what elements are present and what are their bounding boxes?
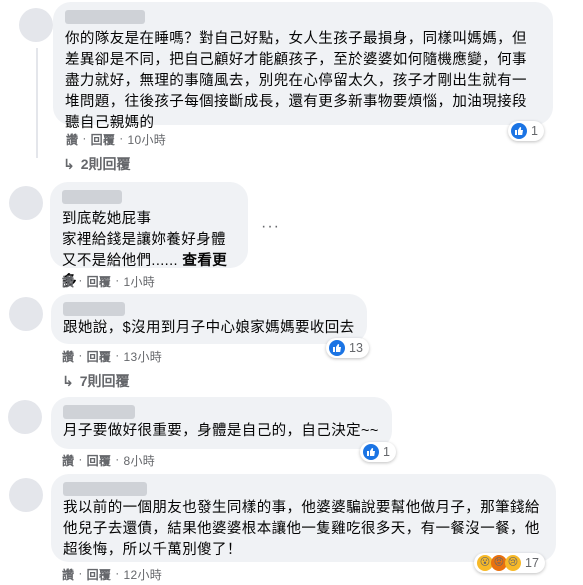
separator: · (78, 452, 83, 466)
replies-label: 2則回覆 (80, 156, 131, 172)
reply-button[interactable]: 回覆 (87, 566, 112, 583)
like-button[interactable]: 讚 (62, 273, 74, 290)
comment-line: 又不是給他們...... (62, 253, 178, 269)
avatar[interactable] (8, 400, 42, 434)
like-icon (363, 444, 379, 460)
comment-bubble: 我以前的一個朋友也發生同樣的事，他婆婆騙說要幫他做月子，那筆錢給他兒子去還債，結… (51, 474, 556, 562)
avatar[interactable] (19, 8, 53, 42)
comment-line: 家裡給錢是讓妳養好身體 (62, 232, 226, 248)
separator: · (119, 131, 124, 145)
reply-arrow-icon: ↳ (63, 155, 75, 172)
comment-bubble: 到底乾她屁事 家裡給錢是讓妳養好身體 又不是給他們...... 查看更多 (50, 182, 248, 290)
like-button[interactable]: 讚 (66, 131, 78, 148)
comment-text: 跟她說，$沒用到月子中心娘家媽媽要收回去 (63, 320, 355, 336)
like-button[interactable]: 讚 (62, 566, 74, 583)
reaction-count: 1 (531, 124, 538, 138)
thread-line (36, 48, 38, 158)
replies-label: 7則回覆 (79, 373, 130, 389)
comment-meta: 讚 · 回覆 · 1小時 (62, 273, 155, 290)
comment-text: 月子要做好很重要，身體是自己的，自己決定~~ (63, 423, 379, 439)
reply-button[interactable]: 回覆 (87, 452, 112, 469)
reply-button[interactable]: 回覆 (91, 131, 116, 148)
comment-meta: 讚 · 回覆 · 13小時 (62, 348, 162, 365)
comment-text: 你的隊友是在睡嗎？對自己好點，女人生孩子最損身，同樣叫媽媽，但差異卻是不同，把自… (65, 31, 527, 131)
timestamp[interactable]: 12小時 (124, 566, 163, 583)
reaction-summary[interactable]: 1 (360, 442, 396, 462)
like-button[interactable]: 讚 (62, 348, 74, 365)
sad-icon: 😢 (505, 555, 521, 571)
reaction-summary[interactable]: 13 (326, 338, 369, 358)
reaction-summary[interactable]: 1 (508, 121, 544, 141)
like-icon (329, 340, 345, 356)
comment-bubble: 你的隊友是在睡嗎？對自己好點，女人生孩子最損身，同樣叫媽媽，但差異卻是不同，把自… (53, 2, 553, 131)
comment-text: 我以前的一個朋友也發生同樣的事，他婆婆騙說要幫他做月子，那筆錢給他兒子去還債，結… (63, 500, 540, 558)
comment-section: 你的隊友是在睡嗎？對自己好點，女人生孩子最損身，同樣叫媽媽，但差異卻是不同，把自… (0, 0, 583, 585)
separator: · (78, 566, 83, 580)
reply-button[interactable]: 回覆 (87, 273, 112, 290)
comment-bubble: 月子要做好很重要，身體是自己的，自己決定~~ (51, 397, 392, 449)
commenter-name[interactable] (63, 482, 147, 496)
commenter-name[interactable] (62, 190, 122, 204)
comment-meta: 讚 · 回覆 · 10小時 (66, 131, 166, 148)
like-icon (511, 123, 527, 139)
reaction-summary[interactable]: 😮 😡 😢 17 (474, 553, 545, 573)
view-replies-button[interactable]: ↳ 7則回覆 (62, 371, 130, 391)
comment-meta: 讚 · 回覆 · 12小時 (62, 566, 162, 583)
comment-bubble: 跟她說，$沒用到月子中心娘家媽媽要收回去 (51, 294, 367, 344)
timestamp[interactable]: 8小時 (124, 452, 156, 469)
separator: · (78, 348, 83, 362)
reaction-count: 13 (349, 341, 363, 355)
reply-arrow-icon: ↳ (62, 372, 74, 389)
separator: · (115, 273, 120, 287)
timestamp[interactable]: 10小時 (128, 131, 167, 148)
avatar[interactable] (9, 478, 43, 512)
commenter-name[interactable] (65, 10, 145, 24)
separator: · (78, 273, 83, 287)
reaction-count: 17 (525, 556, 539, 570)
comment-meta: 讚 · 回覆 · 8小時 (62, 452, 155, 469)
avatar[interactable] (9, 186, 43, 220)
reaction-count: 1 (383, 445, 390, 459)
commenter-name[interactable] (63, 405, 135, 419)
more-options-icon[interactable]: ··· (261, 218, 280, 236)
avatar[interactable] (9, 297, 43, 331)
commenter-name[interactable] (63, 302, 125, 316)
timestamp[interactable]: 13小時 (124, 348, 163, 365)
separator: · (115, 348, 120, 362)
reply-button[interactable]: 回覆 (87, 348, 112, 365)
timestamp[interactable]: 1小時 (124, 273, 156, 290)
comment-line: 到底乾她屁事 (62, 211, 152, 227)
view-replies-button[interactable]: ↳ 2則回覆 (63, 154, 131, 174)
separator: · (115, 452, 120, 466)
like-button[interactable]: 讚 (62, 452, 74, 469)
separator: · (115, 566, 120, 580)
separator: · (82, 131, 87, 145)
